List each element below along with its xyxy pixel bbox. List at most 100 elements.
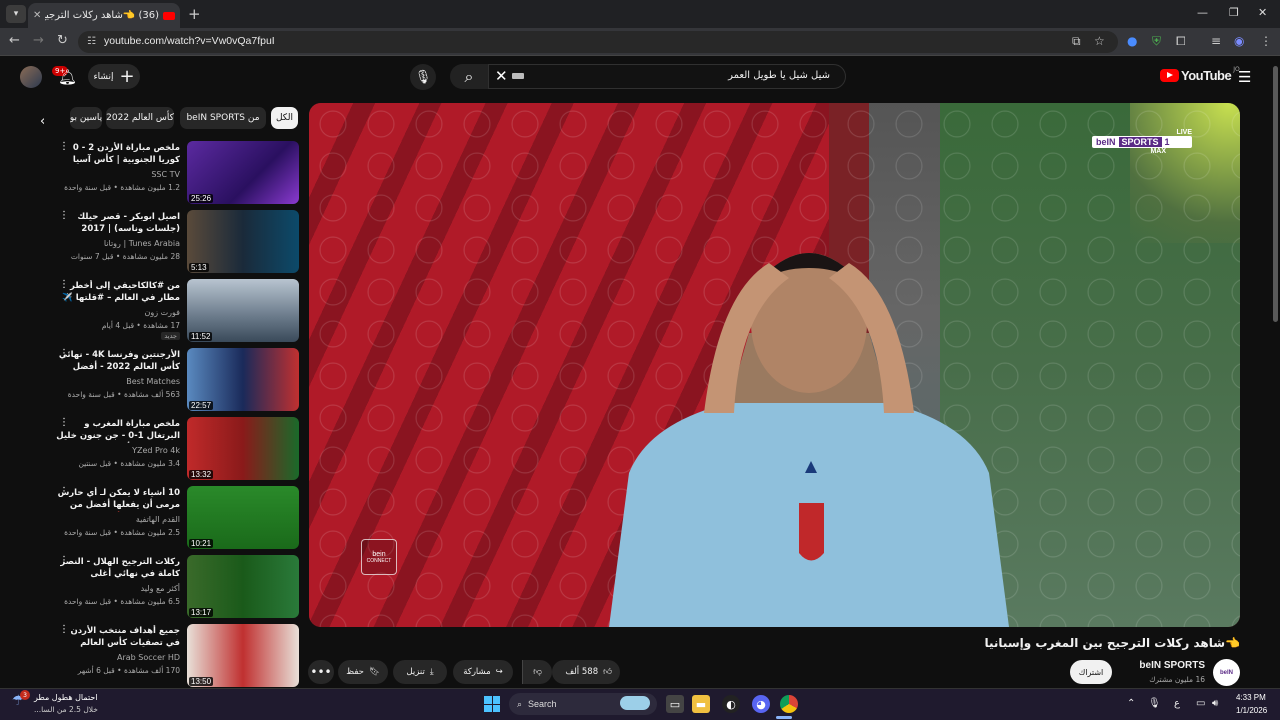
language-indicator[interactable]: ع: [1174, 698, 1180, 709]
browser-tab-strip: ▾ (36) 👈شاهد ركلات الترجيح بين ✕ + — ❐ ✕: [0, 0, 1280, 28]
cast-icon[interactable]: ⧉: [1072, 34, 1081, 49]
minimize-icon[interactable]: —: [1197, 6, 1208, 19]
video-meta: 2.5 مليون مشاهدة • قبل سنة واحدة: [64, 528, 180, 537]
profile-icon[interactable]: ◉: [1234, 34, 1244, 48]
more-options-icon[interactable]: ⋮: [59, 624, 69, 635]
more-options-icon[interactable]: ⋮: [59, 141, 69, 152]
create-button[interactable]: إنشاء +: [88, 64, 140, 89]
chip-from-channel[interactable]: من beIN SPORTS: [180, 107, 266, 129]
extensions-icon[interactable]: ⧠: [1176, 34, 1186, 49]
weather-title[interactable]: احتمال هطول مطر: [34, 693, 98, 702]
clock-time[interactable]: 4:33 PM: [1236, 693, 1266, 702]
video-title[interactable]: من #كالكاحيفي إلى أخطر مطار في العالم – …: [55, 280, 180, 305]
download-button[interactable]: ⤓ تنزيل: [393, 660, 447, 684]
channel-name[interactable]: SSC TV: [151, 170, 180, 179]
list-item[interactable]: 13:50 جميع أهداف منتخب الأردن في تصفيات …: [30, 624, 300, 688]
channel-avatar[interactable]: beIN: [1213, 659, 1240, 686]
keyboard-icon[interactable]: [512, 73, 524, 79]
tab-search-button[interactable]: ▾: [6, 5, 26, 23]
volume-icon[interactable]: 🔊︎: [1212, 698, 1218, 709]
dislike-button[interactable]: 👎︎: [522, 660, 552, 684]
video-player[interactable]: LIVE beIN SPORTS 1 MAX bein CONNECT: [309, 103, 1240, 627]
app-icon[interactable]: ◐: [722, 695, 740, 713]
youtube-logo[interactable]: YouTube JO: [1160, 66, 1240, 83]
video-title[interactable]: ركلات الترجيح الهلال - النصر كاملة في نه…: [55, 556, 180, 581]
video-title[interactable]: 10 أشياء لا يمكن لـ أي حارس مرمى أن يفعل…: [55, 487, 180, 512]
star-icon[interactable]: ☆: [1094, 34, 1105, 48]
channel-name[interactable]: Arab Soccer HD: [117, 653, 180, 662]
channel-name[interactable]: أكثر مع وليد: [141, 584, 180, 593]
reload-icon[interactable]: ↻: [57, 33, 68, 48]
network-icon[interactable]: ▭: [1196, 698, 1205, 709]
close-tab-icon[interactable]: ✕: [33, 10, 41, 21]
address-bar[interactable]: ☷ youtube.com/watch?v=Vw0vQa7fpuI: [78, 31, 1118, 53]
subscribe-button[interactable]: اشتراك: [1070, 660, 1112, 684]
video-title[interactable]: الأرجنتين وفرنسا 4K - نهائي كأس العالم 2…: [55, 349, 180, 374]
video-title[interactable]: ملخص مباراة المغرب و البرتغال 1-0 - جن ج…: [55, 418, 180, 443]
scrollbar-thumb[interactable]: [1273, 66, 1278, 322]
list-item[interactable]: 11:52 من #كالكاحيفي إلى أخطر مطار في الع…: [30, 279, 300, 343]
list-item[interactable]: 13:32 ملخص مباراة المغرب و البرتغال 1-0 …: [30, 417, 300, 481]
more-options-icon[interactable]: ⋮: [59, 486, 69, 497]
share-button[interactable]: ↪ مشاركة: [453, 660, 513, 684]
bein-live-overlay: LIVE beIN SPORTS 1 MAX: [1092, 129, 1192, 155]
maximize-icon[interactable]: ❐: [1229, 6, 1239, 19]
chip-yassine[interactable]: ياسين بو: [70, 107, 102, 129]
channel-name[interactable]: Best Matches: [126, 377, 180, 386]
guide-menu-icon[interactable]: ☰: [1238, 68, 1251, 86]
search-button[interactable]: ⌕: [450, 64, 488, 89]
list-item[interactable]: 10:21 10 أشياء لا يمكن لـ أي حارس مرمى أ…: [30, 486, 300, 550]
file-explorer-icon[interactable]: ▬: [692, 695, 710, 713]
chevron-up-icon[interactable]: ⌃: [1127, 698, 1135, 709]
video-title[interactable]: جميع أهداف منتخب الأردن في تصفيات كأس ال…: [55, 625, 180, 650]
discord-icon[interactable]: ◕: [752, 695, 770, 713]
clear-search-icon[interactable]: ✕: [495, 67, 508, 85]
chevron-left-icon[interactable]: ‹: [40, 114, 45, 129]
list-item[interactable]: 22:57 الأرجنتين وفرنسا 4K - نهائي كأس ال…: [30, 348, 300, 412]
site-info-icon[interactable]: ☷: [87, 36, 96, 47]
forward-icon[interactable]: →: [33, 33, 44, 48]
duration-badge: 13:17: [189, 608, 214, 617]
task-view-icon[interactable]: ▭: [666, 695, 684, 713]
account-avatar[interactable]: [20, 66, 42, 88]
more-options-icon[interactable]: ⋮: [59, 417, 69, 428]
more-options-icon[interactable]: ⋮: [59, 555, 69, 566]
extension-icon[interactable]: ●: [1127, 34, 1137, 48]
channel-name[interactable]: YZed Pro 4k: [132, 446, 180, 455]
bell-icon[interactable]: 🔔︎: [58, 68, 77, 86]
list-item[interactable]: 13:17 ركلات الترجيح الهلال - النصر كاملة…: [30, 555, 300, 619]
channel-name[interactable]: Tunes Arabia | روتانا: [104, 239, 180, 248]
chrome-icon[interactable]: [780, 695, 798, 713]
list-item[interactable]: 5:13 اصيل ابوبكر - قصر حيلك (جلسات وناسه…: [30, 210, 300, 274]
voice-search-button[interactable]: 🎙︎: [410, 64, 436, 90]
chip-world-cup[interactable]: كأس العالم 2022: [106, 107, 174, 129]
channel-subscribers: 16 مليون مشترك: [1149, 675, 1205, 684]
back-icon[interactable]: ←: [9, 33, 20, 48]
mic-icon[interactable]: 🎙︎: [1148, 698, 1161, 709]
video-title[interactable]: اصيل ابوبكر - قصر حيلك (جلسات وناسه) | 2…: [55, 211, 180, 235]
more-options-icon[interactable]: ⋮: [59, 279, 69, 290]
chip-all[interactable]: الكل: [271, 107, 298, 129]
like-button[interactable]: 👍︎ 588 ألف: [552, 660, 620, 684]
save-button[interactable]: 🔖︎ حفظ: [338, 660, 388, 684]
video-meta: 1.2 مليون مشاهدة • قبل سنة واحدة: [64, 183, 180, 192]
video-title[interactable]: ملخص مباراة الأردن 2 - 0 كوريا الجنوبية …: [55, 142, 180, 167]
channel-name[interactable]: القدم الهاتفية: [136, 515, 180, 524]
more-options-icon[interactable]: ⋮: [59, 348, 69, 359]
channel-name[interactable]: فورت زون: [145, 308, 181, 317]
windows-start-icon[interactable]: [484, 696, 500, 712]
list-item[interactable]: 25:26 ملخص مباراة الأردن 2 - 0 كوريا الج…: [30, 141, 300, 205]
browser-tab[interactable]: (36) 👈شاهد ركلات الترجيح بين ✕: [28, 3, 180, 28]
share-icon: ↪: [495, 667, 503, 677]
youtube-play-icon: [1160, 69, 1179, 82]
chrome-menu-icon[interactable]: ⋮: [1260, 34, 1272, 48]
reading-list-icon[interactable]: ≡: [1211, 34, 1221, 48]
clock-date[interactable]: 1/1/2026: [1236, 706, 1267, 715]
channel-name-link[interactable]: beIN SPORTS: [1139, 660, 1205, 671]
more-options-icon[interactable]: ⋮: [59, 210, 69, 221]
close-window-icon[interactable]: ✕: [1258, 6, 1267, 19]
video-meta: 3.4 مليون مشاهدة • قبل سنتين: [78, 459, 180, 468]
extension-shield-icon[interactable]: ⛨: [1152, 34, 1161, 49]
new-tab-icon[interactable]: +: [188, 5, 201, 23]
more-actions-button[interactable]: •••: [308, 660, 334, 684]
